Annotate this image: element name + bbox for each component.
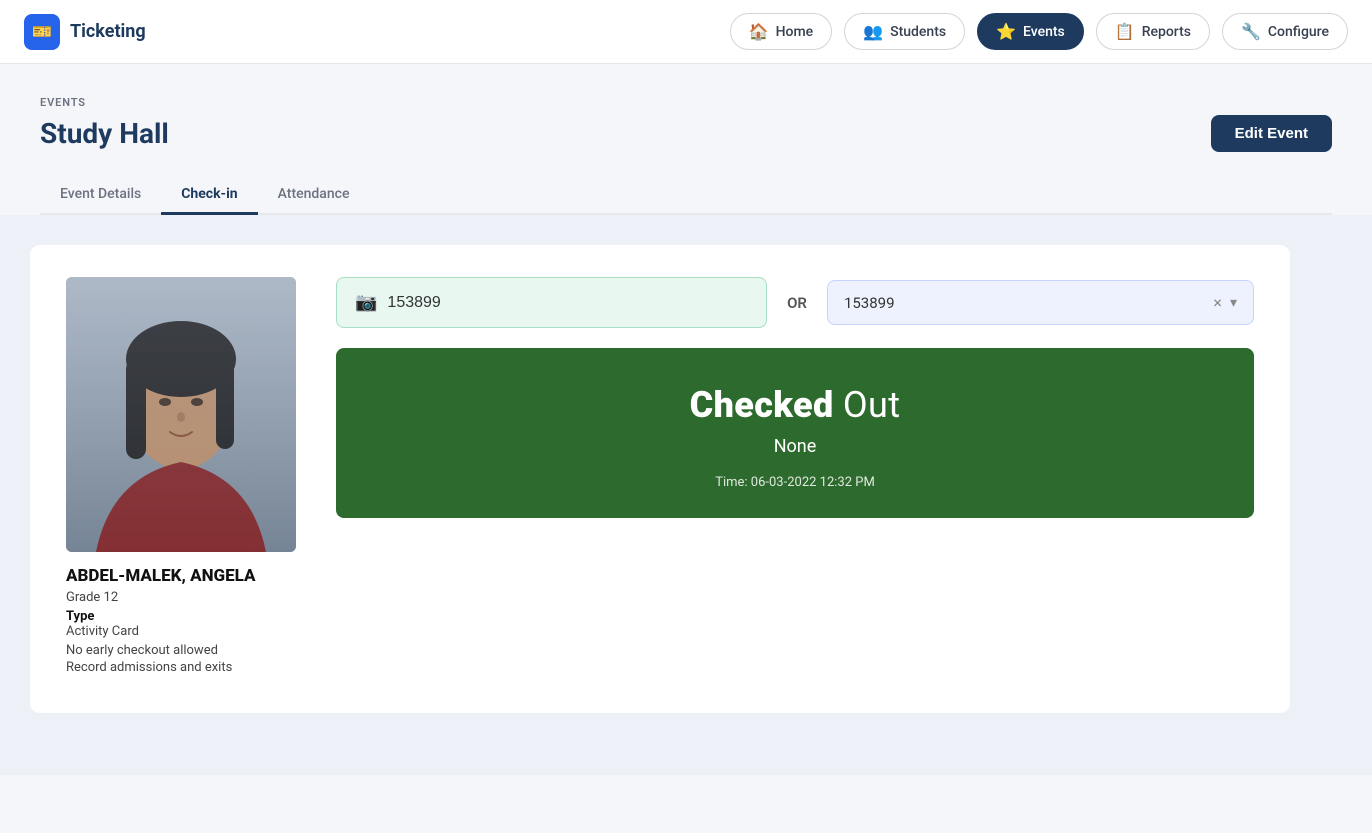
- nav-events[interactable]: ⭐ Events: [977, 13, 1084, 50]
- nav-home[interactable]: 🏠 Home: [730, 13, 833, 50]
- student-grade: Grade 12: [66, 590, 296, 605]
- nav-students-label: Students: [890, 24, 946, 40]
- student-section: ABDEL-MALEK, ANGELA Grade 12 Type Activi…: [66, 277, 296, 677]
- input-row: 📷 OR 153899 × ▾: [336, 277, 1254, 328]
- status-time-label: Time:: [715, 475, 747, 490]
- brand: 🎫 Ticketing: [24, 14, 146, 50]
- breadcrumb: EVENTS: [40, 96, 1332, 109]
- status-subtitle: None: [774, 436, 817, 457]
- page-title-row: Study Hall Edit Event: [40, 115, 1332, 152]
- camera-icon: 📷: [355, 292, 377, 313]
- edit-event-button[interactable]: Edit Event: [1211, 115, 1332, 152]
- configure-icon: 🔧: [1241, 22, 1261, 41]
- select-arrow-icon[interactable]: ▾: [1230, 295, 1237, 311]
- reports-icon: 📋: [1115, 22, 1135, 41]
- select-clear-icon[interactable]: ×: [1213, 293, 1222, 312]
- students-icon: 👥: [863, 22, 883, 41]
- brand-name: Ticketing: [70, 21, 146, 42]
- nav-events-label: Events: [1023, 24, 1065, 40]
- status-time: Time: 06-03-2022 12:32 PM: [715, 475, 875, 490]
- select-value: 153899: [844, 294, 895, 312]
- page-title: Study Hall: [40, 117, 169, 150]
- tabs: Event Details Check-in Attendance: [40, 176, 1332, 215]
- student-note2: Record admissions and exits: [66, 660, 296, 675]
- status-checked: Checked: [690, 384, 834, 426]
- nav-students[interactable]: 👥 Students: [844, 13, 965, 50]
- card-area: ABDEL-MALEK, ANGELA Grade 12 Type Activi…: [0, 215, 1372, 775]
- checkin-layout: ABDEL-MALEK, ANGELA Grade 12 Type Activi…: [66, 277, 1254, 677]
- scan-input[interactable]: [387, 294, 748, 312]
- student-name: ABDEL-MALEK, ANGELA: [66, 566, 296, 586]
- home-icon: 🏠: [749, 22, 769, 41]
- tab-event-details[interactable]: Event Details: [40, 176, 161, 215]
- page-header: EVENTS Study Hall Edit Event Event Detai…: [0, 64, 1372, 215]
- navbar: 🎫 Ticketing 🏠 Home 👥 Students ⭐ Events 📋…: [0, 0, 1372, 64]
- student-note1: No early checkout allowed: [66, 643, 296, 658]
- student-photo: [66, 277, 296, 552]
- student-photo-svg: [66, 277, 296, 552]
- nav-configure-label: Configure: [1268, 24, 1329, 40]
- select-box[interactable]: 153899 × ▾: [827, 280, 1254, 325]
- brand-icon: 🎫: [24, 14, 60, 50]
- nav-home-label: Home: [776, 24, 814, 40]
- right-section: 📷 OR 153899 × ▾ Checked Ou: [336, 277, 1254, 518]
- nav-reports-label: Reports: [1142, 24, 1191, 40]
- student-type-value: Activity Card: [66, 624, 296, 639]
- or-label: OR: [787, 294, 807, 312]
- status-card: Checked Out None Time: 06-03-2022 12:32 …: [336, 348, 1254, 518]
- tab-attendance[interactable]: Attendance: [258, 176, 370, 215]
- nav-reports[interactable]: 📋 Reports: [1096, 13, 1210, 50]
- main-card: ABDEL-MALEK, ANGELA Grade 12 Type Activi…: [30, 245, 1290, 713]
- events-icon: ⭐: [996, 22, 1016, 41]
- tab-check-in[interactable]: Check-in: [161, 176, 257, 215]
- scan-box: 📷: [336, 277, 767, 328]
- status-title: Checked Out: [690, 384, 901, 426]
- student-type-label: Type: [66, 609, 296, 624]
- status-out: Out: [843, 384, 900, 426]
- status-time-value: 06-03-2022 12:32 PM: [751, 475, 875, 490]
- nav-configure[interactable]: 🔧 Configure: [1222, 13, 1348, 50]
- select-controls: × ▾: [1213, 293, 1237, 312]
